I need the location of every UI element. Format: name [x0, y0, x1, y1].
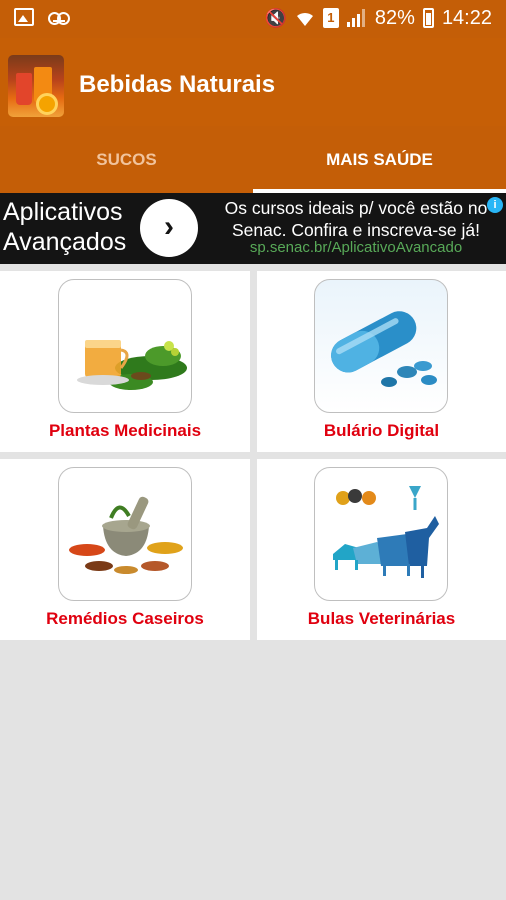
ad-text-line2: Senac. Confira e inscreva-se já!	[231, 220, 481, 240]
tab-sucos[interactable]: SUCOS	[0, 126, 253, 193]
ad-info-icon[interactable]: i	[487, 197, 503, 213]
app-bar: Bebidas Naturais	[0, 38, 506, 126]
battery-percent: 82%	[374, 6, 415, 29]
voicemail-icon	[48, 8, 70, 26]
ad-headline-line2: Avançados	[3, 228, 127, 256]
tab-mais-saude[interactable]: MAIS SAÚDE	[253, 126, 506, 193]
card-bulas-veterinarias[interactable]: Bulas Veterinárias	[257, 459, 506, 640]
signal-icon	[346, 9, 367, 27]
card-label: Remédios Caseiros	[46, 609, 204, 628]
mute-icon: 🔇	[264, 8, 287, 28]
ad-headline-line1: Aplicativos	[3, 198, 123, 226]
card-plantas-medicinais[interactable]: Plantas Medicinais	[0, 271, 250, 452]
app-logo	[8, 55, 64, 117]
mortar-spices-icon	[58, 467, 192, 601]
capsule-pills-icon	[314, 279, 448, 413]
status-bar: 🔇 1 82% 14:22	[0, 0, 506, 38]
ad-url[interactable]: sp.senac.br/AplicativoAvancado	[208, 239, 504, 256]
ad-text-line1: Os cursos ideais p/ você estão no	[224, 198, 488, 218]
sim-icon: 1	[322, 8, 339, 28]
tea-plants-icon	[58, 279, 192, 413]
card-label: Plantas Medicinais	[48, 421, 202, 440]
card-label: Bulário Digital	[323, 421, 440, 440]
card-label: Bulas Veterinárias	[307, 609, 456, 628]
chevron-right-icon[interactable]: ›	[140, 199, 198, 257]
ad-text: Os cursos ideais p/ você estão no Senac.…	[208, 197, 504, 241]
tab-bar: SUCOS MAIS SAÚDE	[0, 126, 506, 193]
animals-icon	[314, 467, 448, 601]
ad-headline: Aplicativos Avançados	[3, 197, 126, 257]
card-remedios-caseiros[interactable]: Remédios Caseiros	[0, 459, 250, 640]
ad-banner[interactable]: Aplicativos Avançados › Os cursos ideais…	[0, 193, 506, 264]
battery-icon	[422, 8, 434, 28]
status-left	[14, 8, 70, 26]
status-right: 🔇 1 82% 14:22	[264, 6, 492, 30]
clock: 14:22	[441, 6, 492, 29]
app-title: Bebidas Naturais	[79, 71, 276, 98]
gallery-icon	[14, 8, 34, 26]
wifi-icon	[296, 12, 313, 26]
card-bulario-digital[interactable]: Bulário Digital	[257, 271, 506, 452]
